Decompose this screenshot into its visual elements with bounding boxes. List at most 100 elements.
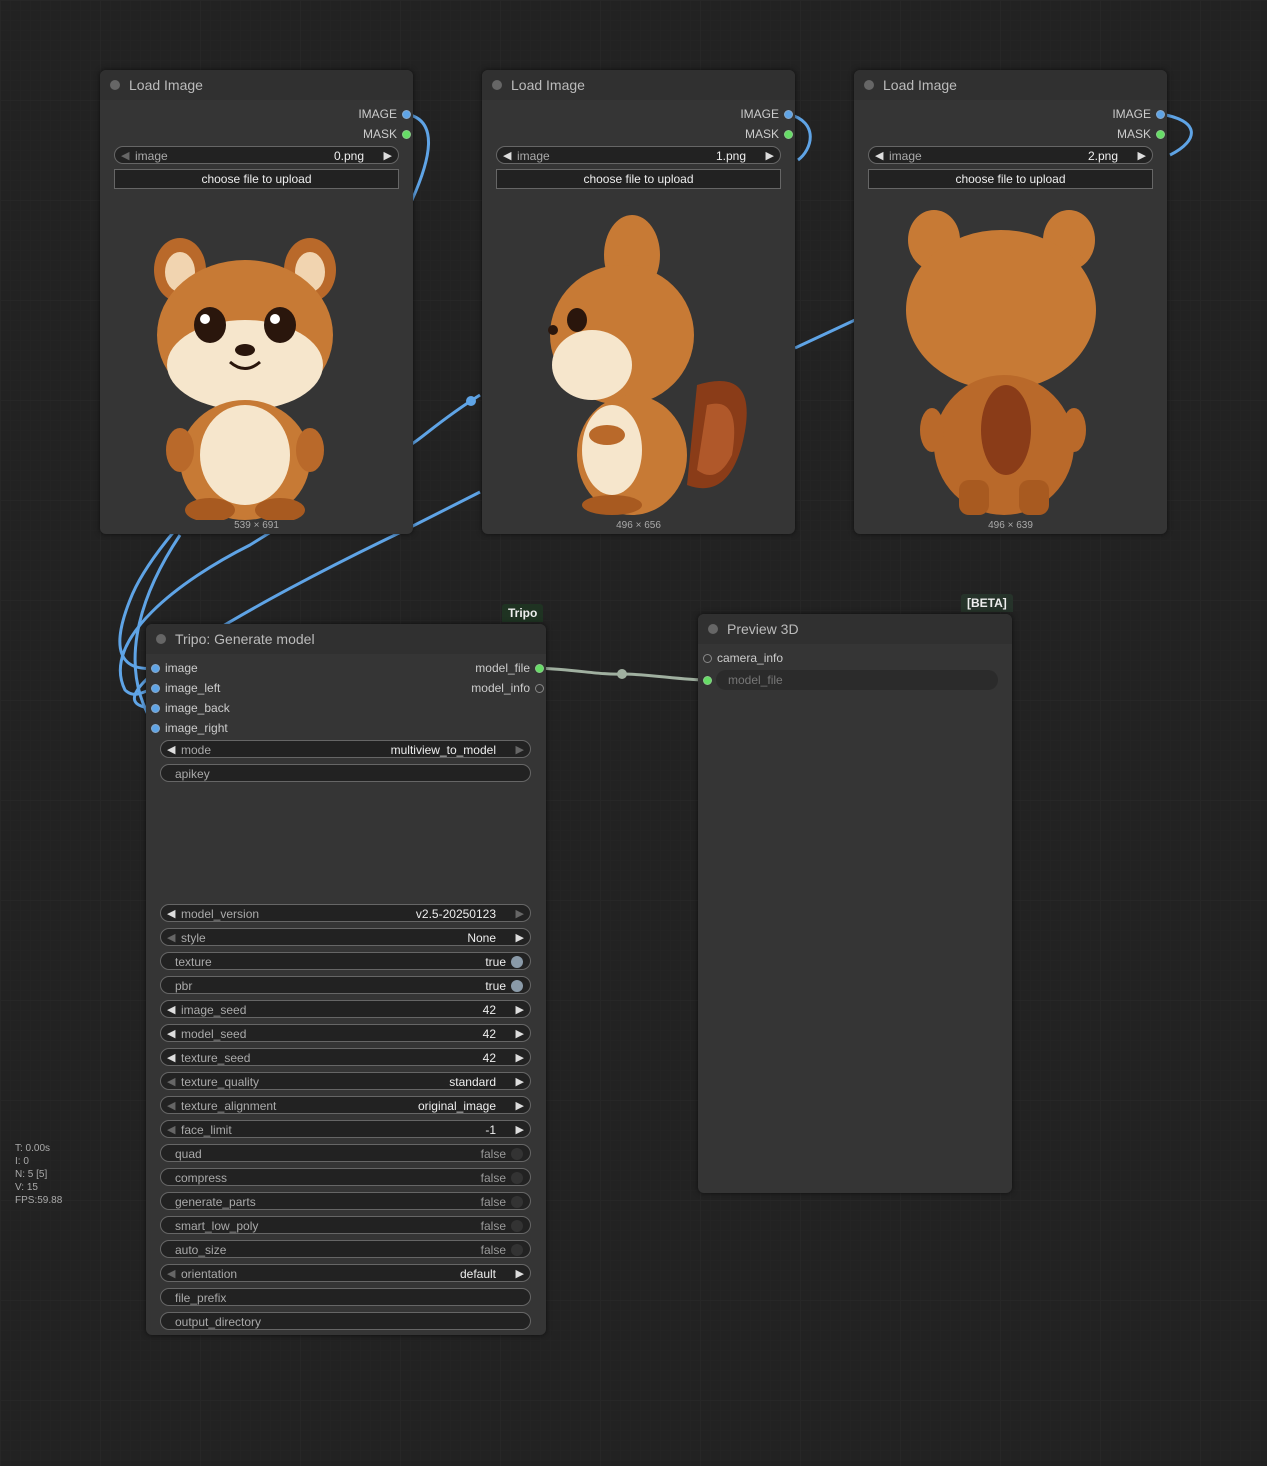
output-image[interactable]: IMAGE [358,104,411,124]
image-select[interactable]: ◀ image 2.png ▶ [868,146,1153,164]
texture-alignment-select[interactable]: ◀ texture_alignment original_image ▶ [160,1096,531,1114]
collapse-dot[interactable] [110,80,120,90]
auto-size-toggle[interactable]: auto_size false [160,1240,531,1258]
input-pin[interactable] [151,664,160,673]
upload-button[interactable]: choose file to upload [114,169,399,189]
model-version-select[interactable]: ◀ model_version v2.5-20250123 ▶ [160,904,531,922]
node-title[interactable]: Load Image [482,70,795,100]
arrow-right-icon[interactable]: ▶ [516,1025,524,1043]
arrow-left-icon[interactable]: ◀ [121,147,129,165]
arrow-left-icon[interactable]: ◀ [875,147,883,165]
model-file-field[interactable]: model_file [716,670,998,690]
toggle-knob[interactable] [511,1172,523,1184]
collapse-dot[interactable] [492,80,502,90]
collapse-dot[interactable] [864,80,874,90]
upload-button[interactable]: choose file to upload [868,169,1153,189]
output-pin[interactable] [1156,110,1165,119]
load-image-node-0[interactable]: Load Image IMAGE MASK ◀ image 0.png ▶ ch… [100,70,413,534]
output-mask[interactable]: MASK [745,124,793,144]
load-image-node-2[interactable]: Load Image IMAGE MASK ◀ image 2.png ▶ ch… [854,70,1167,534]
input-pin[interactable] [703,676,712,685]
arrow-left-icon[interactable]: ◀ [167,1025,175,1043]
input-pin[interactable] [151,684,160,693]
output-pin[interactable] [1156,130,1165,139]
toggle-knob[interactable] [511,956,523,968]
widget-name: compress [175,1171,228,1185]
compress-toggle[interactable]: compress false [160,1168,531,1186]
toggle-knob[interactable] [511,1244,523,1256]
arrow-right-icon[interactable]: ▶ [384,147,392,165]
arrow-right-icon[interactable]: ▶ [516,741,524,759]
output-image[interactable]: IMAGE [740,104,793,124]
node-title[interactable]: Preview 3D [698,614,1012,644]
toggle-knob[interactable] [511,1196,523,1208]
generate-parts-toggle[interactable]: generate_parts false [160,1192,531,1210]
arrow-left-icon[interactable]: ◀ [167,929,175,947]
tripo-generate-model-node[interactable]: Tripo: Generate model image image_left i… [146,624,546,1335]
arrow-left-icon[interactable]: ◀ [167,741,175,759]
load-image-node-1[interactable]: Load Image IMAGE MASK ◀ image 1.png ▶ ch… [482,70,795,534]
toggle-knob[interactable] [511,1148,523,1160]
output-pin[interactable] [535,684,544,693]
toggle-knob[interactable] [511,980,523,992]
arrow-right-icon[interactable]: ▶ [516,929,524,947]
output-pin[interactable] [784,130,793,139]
arrow-right-icon[interactable]: ▶ [516,1001,524,1019]
arrow-left-icon[interactable]: ◀ [167,1097,175,1115]
output-image[interactable]: IMAGE [1112,104,1165,124]
collapse-dot[interactable] [708,624,718,634]
apikey-field[interactable]: apikey [160,764,531,782]
preview-3d-node[interactable]: Preview 3D camera_info model_file [698,614,1012,1193]
collapse-dot[interactable] [156,634,166,644]
arrow-right-icon[interactable]: ▶ [516,1097,524,1115]
orientation-select[interactable]: ◀ orientation default ▶ [160,1264,531,1282]
arrow-right-icon[interactable]: ▶ [766,147,774,165]
toggle-knob[interactable] [511,1220,523,1232]
quad-toggle[interactable]: quad false [160,1144,531,1162]
arrow-right-icon[interactable]: ▶ [516,905,524,923]
texture-seed-number[interactable]: ◀ texture_seed 42 ▶ [160,1048,531,1066]
arrow-left-icon[interactable]: ◀ [167,1121,175,1139]
arrow-right-icon[interactable]: ▶ [516,1073,524,1091]
output-model-file[interactable]: model_file [475,658,544,678]
node-title[interactable]: Load Image [100,70,413,100]
texture-quality-select[interactable]: ◀ texture_quality standard ▶ [160,1072,531,1090]
mode-select[interactable]: ◀ mode multiview_to_model ▶ [160,740,531,758]
node-title[interactable]: Tripo: Generate model [146,624,546,654]
style-select[interactable]: ◀ style None ▶ [160,928,531,946]
output-pin[interactable] [402,130,411,139]
image-select[interactable]: ◀ image 1.png ▶ [496,146,781,164]
arrow-left-icon[interactable]: ◀ [167,1001,175,1019]
arrow-right-icon[interactable]: ▶ [516,1121,524,1139]
arrow-left-icon[interactable]: ◀ [503,147,511,165]
file-prefix-field[interactable]: file_prefix [160,1288,531,1306]
image-seed-number[interactable]: ◀ image_seed 42 ▶ [160,1000,531,1018]
input-pin[interactable] [703,654,712,663]
arrow-right-icon[interactable]: ▶ [516,1265,524,1283]
output-pin[interactable] [402,110,411,119]
output-directory-field[interactable]: output_directory [160,1312,531,1330]
arrow-right-icon[interactable]: ▶ [516,1049,524,1067]
output-pin[interactable] [784,110,793,119]
arrow-left-icon[interactable]: ◀ [167,1049,175,1067]
face-limit-number[interactable]: ◀ face_limit -1 ▶ [160,1120,531,1138]
pbr-toggle[interactable]: pbr true [160,976,531,994]
output-model-info[interactable]: model_info [471,678,544,698]
texture-toggle[interactable]: texture true [160,952,531,970]
widget-name: model_seed [181,1027,247,1041]
model-seed-number[interactable]: ◀ model_seed 42 ▶ [160,1024,531,1042]
arrow-right-icon[interactable]: ▶ [1138,147,1146,165]
arrow-left-icon[interactable]: ◀ [167,1265,175,1283]
output-pin[interactable] [535,664,544,673]
output-mask[interactable]: MASK [363,124,411,144]
upload-button[interactable]: choose file to upload [496,169,781,189]
input-pin[interactable] [151,704,160,713]
output-mask[interactable]: MASK [1117,124,1165,144]
input-model-file[interactable]: model_file [698,670,998,690]
node-title[interactable]: Load Image [854,70,1167,100]
smart-low-poly-toggle[interactable]: smart_low_poly false [160,1216,531,1234]
arrow-left-icon[interactable]: ◀ [167,905,175,923]
arrow-left-icon[interactable]: ◀ [167,1073,175,1091]
image-select[interactable]: ◀ image 0.png ▶ [114,146,399,164]
input-pin[interactable] [151,724,160,733]
